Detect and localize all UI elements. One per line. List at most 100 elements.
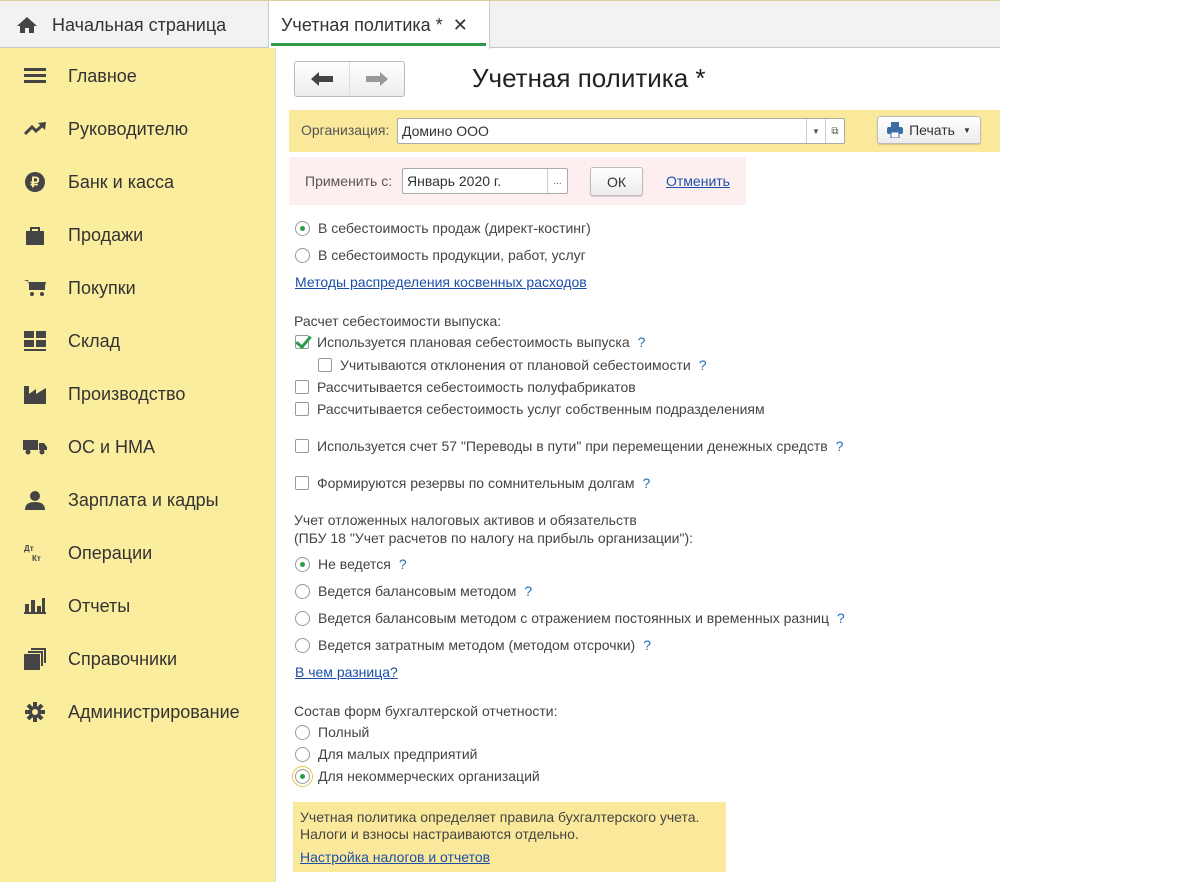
radio-small-business[interactable]: Для малых предприятий xyxy=(295,744,478,764)
checkbox[interactable] xyxy=(318,358,332,372)
tab-home-label: Начальная страница xyxy=(52,14,227,35)
organization-field[interactable]: Домино ООО ▼ ⧉ xyxy=(397,118,845,144)
sidebar-item-production[interactable]: Производство xyxy=(0,374,275,414)
sidebar-item-purchases[interactable]: Покупки xyxy=(0,268,275,308)
ok-button[interactable]: ОК xyxy=(590,167,643,196)
cost-calculation-heading: Расчет себестоимости выпуска: xyxy=(294,313,502,329)
radio[interactable] xyxy=(295,247,310,263)
open-icon[interactable]: ⧉ xyxy=(825,119,844,143)
organization-controls: ▼ ⧉ xyxy=(806,119,844,143)
sidebar-item-warehouse[interactable]: Склад xyxy=(0,321,275,361)
print-button[interactable]: Печать ▼ xyxy=(877,116,981,144)
organization-label: Организация: xyxy=(301,122,390,138)
sidebar-item-assets[interactable]: ОС и НМА xyxy=(0,427,275,467)
radio-balance-method[interactable]: Ведется балансовым методом? xyxy=(295,581,532,601)
radio-cost-method[interactable]: Ведется затратным методом (методом отсро… xyxy=(295,635,651,655)
apply-from-label: Применить с: xyxy=(305,173,393,189)
radio[interactable] xyxy=(295,724,310,740)
sidebar-item-manager[interactable]: Руководителю xyxy=(0,109,275,149)
checkbox-own-services[interactable]: Рассчитывается себестоимость услуг собст… xyxy=(295,399,765,419)
radio[interactable] xyxy=(295,556,310,572)
heading-line: (ПБУ 18 "Учет расчетов по налогу на приб… xyxy=(294,530,694,546)
dropdown-arrow-icon[interactable]: ▼ xyxy=(807,119,825,143)
sidebar-item-salary[interactable]: Зарплата и кадры xyxy=(0,480,275,520)
person-icon xyxy=(22,489,48,511)
form-content[interactable]: В себестоимость продаж (директ-костинг) … xyxy=(277,212,1000,882)
radio[interactable] xyxy=(295,220,310,236)
sidebar-item-sales[interactable]: Продажи xyxy=(0,215,275,255)
radio-not-kept[interactable]: Не ведется? xyxy=(295,554,407,574)
factory-icon xyxy=(22,383,48,405)
checkbox-label: Учитываются отклонения от плановой себес… xyxy=(340,357,691,373)
help-icon[interactable]: ? xyxy=(399,556,407,572)
radio-production-cost[interactable]: В себестоимость продукции, работ, услуг xyxy=(295,245,586,265)
radio[interactable] xyxy=(292,765,313,787)
sidebar-item-admin[interactable]: Администрирование xyxy=(0,692,275,732)
radio-direct-costing[interactable]: В себестоимость продаж (директ-костинг) xyxy=(295,218,591,238)
distribution-methods-link[interactable]: Методы распределения косвенных расходов xyxy=(295,274,587,290)
checkbox-planned-cost[interactable]: Используется плановая себестоимость выпу… xyxy=(295,332,645,352)
checkbox[interactable] xyxy=(295,439,309,453)
help-icon[interactable]: ? xyxy=(524,583,532,599)
radio-label: Ведется затратным методом (методом отсро… xyxy=(318,637,636,653)
sidebar-item-bank[interactable]: ₽ Банк и касса xyxy=(0,162,275,202)
sidebar-item-label: Справочники xyxy=(68,648,178,669)
help-icon[interactable]: ? xyxy=(837,610,845,626)
arrow-left-icon xyxy=(311,72,333,86)
help-icon[interactable]: ? xyxy=(699,357,707,373)
cart-icon xyxy=(22,277,48,299)
radio-full[interactable]: Полный xyxy=(295,722,369,742)
cancel-link[interactable]: Отменить xyxy=(666,173,730,189)
tab-accounting-policy[interactable]: Учетная политика * ✕ xyxy=(268,1,490,49)
sidebar-item-label: Покупки xyxy=(68,277,136,298)
forward-button[interactable] xyxy=(349,62,404,96)
checkbox-deviations[interactable]: Учитываются отклонения от плановой себес… xyxy=(318,355,706,375)
checkbox[interactable] xyxy=(295,476,309,490)
radio-label: Ведется балансовым методом с отражением … xyxy=(318,610,830,626)
tab-label: Учетная политика * xyxy=(281,14,443,35)
radio-label: Полный xyxy=(318,724,370,740)
sidebar-item-operations[interactable]: Дт Кт Операции xyxy=(0,533,275,573)
help-icon[interactable]: ? xyxy=(638,334,646,350)
checkbox-reserves[interactable]: Формируются резервы по сомнительным долг… xyxy=(295,473,650,493)
sidebar-item-main[interactable]: Главное xyxy=(0,56,275,96)
organization-value: Домино ООО xyxy=(402,123,489,139)
checkbox-label: Используется счет 57 "Переводы в пути" п… xyxy=(317,438,828,454)
help-icon[interactable]: ? xyxy=(643,637,651,653)
sidebar-item-label: Операции xyxy=(68,542,153,563)
radio[interactable] xyxy=(295,610,310,626)
svg-text:Дт: Дт xyxy=(24,544,34,553)
radio[interactable] xyxy=(295,746,310,762)
back-button[interactable] xyxy=(295,62,349,96)
radio[interactable] xyxy=(295,583,310,599)
radio-balance-with-differences[interactable]: Ведется балансовым методом с отражением … xyxy=(295,608,845,628)
checkbox[interactable] xyxy=(295,380,309,394)
help-icon[interactable]: ? xyxy=(642,475,650,491)
sidebar-item-label: Отчеты xyxy=(68,595,131,616)
checkbox[interactable] xyxy=(295,402,309,416)
checkbox-account-57[interactable]: Используется счет 57 "Переводы в пути" п… xyxy=(295,436,844,456)
what-is-difference-link[interactable]: В чем разница? xyxy=(295,664,398,680)
radio-label: В себестоимость продукции, работ, услуг xyxy=(318,247,586,263)
radio-label: Ведется балансовым методом xyxy=(318,583,517,599)
radio-label: В себестоимость продаж (директ-костинг) xyxy=(318,220,591,236)
home-icon xyxy=(17,17,37,33)
radio-nonprofit[interactable]: Для некоммерческих организаций xyxy=(292,765,540,787)
tax-settings-link[interactable]: Настройка налогов и отчетов xyxy=(300,849,490,866)
apply-from-field[interactable]: Январь 2020 г. ... xyxy=(402,168,568,194)
close-tab-icon[interactable]: ✕ xyxy=(453,15,468,36)
sidebar-item-catalogs[interactable]: Справочники xyxy=(0,639,275,679)
radio[interactable] xyxy=(295,637,310,653)
apply-from-bar: Применить с: Январь 2020 г. ... ОК Отмен… xyxy=(289,157,746,205)
menu-icon xyxy=(22,65,48,87)
help-icon[interactable]: ? xyxy=(836,438,844,454)
sidebar-item-reports[interactable]: Отчеты xyxy=(0,586,275,626)
radio-label: Не ведется xyxy=(318,556,391,572)
heading-line: Учет отложенных налоговых активов и обяз… xyxy=(294,512,637,528)
checkbox-semi-finished[interactable]: Рассчитывается себестоимость полуфабрика… xyxy=(295,377,636,397)
tab-home[interactable]: Начальная страница xyxy=(0,1,265,49)
checkbox[interactable] xyxy=(295,335,309,349)
select-period-button[interactable]: ... xyxy=(547,169,567,193)
organization-bar: Организация: Домино ООО ▼ ⧉ Печать ▼ xyxy=(289,110,1000,152)
navigation-buttons xyxy=(294,61,405,97)
